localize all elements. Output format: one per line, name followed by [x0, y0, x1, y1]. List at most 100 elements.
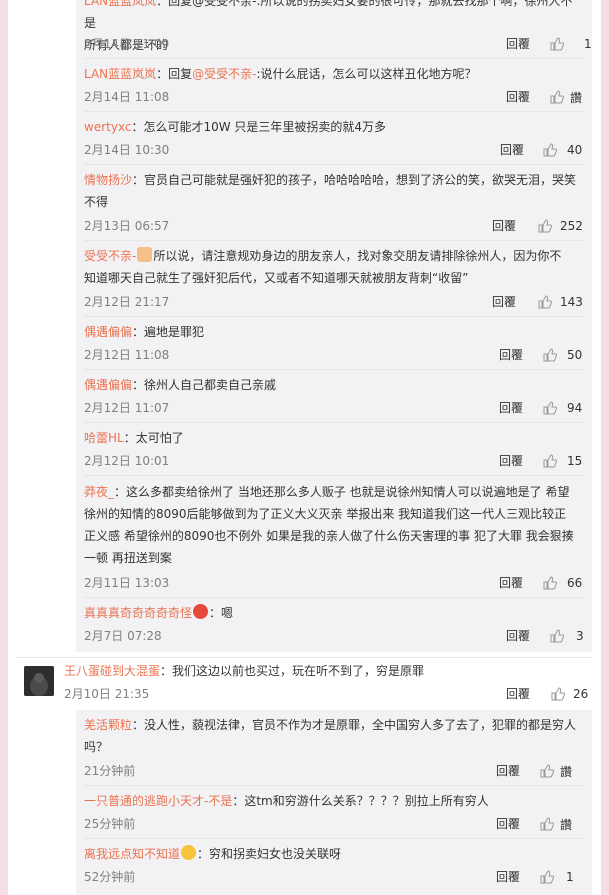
- comment-text: 一只普通的逃跑小天才-不是：这tm和穷游什么关系？？？？别拉上所有穷人: [84, 790, 584, 812]
- reply-button[interactable]: 回覆: [492, 294, 516, 310]
- reply-button[interactable]: 回覆: [499, 453, 523, 469]
- thumb-up-icon: [543, 576, 557, 590]
- cat-emoji-icon: [137, 247, 153, 262]
- comment-time: 2月12日 21:17: [84, 295, 170, 309]
- comment-username[interactable]: 真真真奇奇奇奇奇怪: [84, 606, 192, 620]
- reply-button[interactable]: 回覆: [499, 347, 523, 363]
- comment-text: 真真真奇奇奇奇奇怪 ：嗯: [84, 602, 584, 624]
- thumb-up-icon: [538, 295, 552, 309]
- comment-body: ：这tm和穷游什么关系？？？？别拉上所有穷人: [232, 794, 489, 808]
- comment-body: ：我们这边以前也买过，玩在听不到了，穷是原罪: [160, 664, 425, 678]
- reply-thread: 羌活颗粒：没人性，藐视法律，官员不作为才是原罪，全中国穷人多了去了，犯罪的都是穷…: [76, 710, 592, 895]
- reply-button[interactable]: 回覆: [492, 218, 516, 234]
- comment-username[interactable]: 一只普通的逃跑小天才-不是: [84, 794, 232, 808]
- like-button[interactable]: 26: [551, 686, 588, 702]
- like-button[interactable]: 143: [538, 294, 583, 310]
- comment-username[interactable]: 莽夜_: [84, 485, 114, 499]
- reply-button[interactable]: 回覆: [496, 816, 520, 832]
- divider: [84, 597, 584, 598]
- comment-username[interactable]: LAN蓝蓝岚岚: [84, 67, 156, 81]
- comment-body: ：没人性，藐视法律，官员不作为才是原罪，全中国穷人多了去了，犯罪的都是穷人: [132, 718, 577, 732]
- emoji-icon: [181, 845, 197, 860]
- thumb-up-icon: [538, 219, 552, 233]
- like-count: 讚: [560, 764, 573, 779]
- comment-text: 情物扬沙：官员自己可能就是强奸犯的孩子，哈哈哈哈哈，想到了济公的笑，欲哭无泪，哭…: [84, 169, 584, 213]
- thumb-up-icon: [540, 870, 554, 884]
- comment-body: ：穷和拐卖妇女也没关联呀: [197, 847, 342, 861]
- reply-button[interactable]: 回覆: [496, 869, 520, 885]
- like-button[interactable]: 讚: [540, 763, 572, 779]
- like-count: 40: [567, 143, 583, 157]
- avatar[interactable]: [24, 666, 54, 696]
- comment-username[interactable]: 偶遇偏偏: [84, 378, 132, 392]
- thumb-up-icon: [543, 143, 557, 157]
- comment-body: ：官员自己可能就是强奸犯的孩子，哈哈哈哈哈，想到了济公的笑，欲哭无泪，哭笑: [132, 173, 577, 187]
- comment-time: 2月14日 10:30: [84, 143, 170, 157]
- comment-time: 2月12日 10:01: [84, 454, 170, 468]
- like-count: 讚: [560, 817, 573, 832]
- comment-username[interactable]: 受受不亲-: [84, 249, 136, 263]
- thumb-up-icon: [550, 90, 564, 104]
- like-button[interactable]: 3: [550, 628, 584, 644]
- comment-time: 2月10日 21:35: [64, 687, 150, 701]
- like-button[interactable]: 15: [543, 453, 582, 469]
- reply-button[interactable]: 回覆: [506, 89, 530, 105]
- reply-button[interactable]: 回覆: [506, 628, 530, 644]
- comment-text: 偶遇偏偏：徐州人自己都卖自己亲戚: [84, 374, 584, 396]
- mention-link[interactable]: @受受不亲-: [192, 67, 256, 81]
- like-button[interactable]: 252: [538, 218, 583, 234]
- comment-time: 21分钟前: [84, 764, 136, 778]
- reply-button[interactable]: 回覆: [506, 686, 530, 702]
- comment-username[interactable]: 离我远点知不知道: [84, 847, 180, 861]
- comment-text: 离我远点知不知道 ：穷和拐卖妇女也没关联呀: [84, 843, 584, 865]
- like-count: 143: [560, 295, 583, 309]
- like-button[interactable]: 40: [543, 142, 582, 158]
- comment-username[interactable]: 情物扬沙: [84, 173, 132, 187]
- comment-username[interactable]: 哈蕾HL: [84, 431, 124, 445]
- like-count: 讚: [570, 90, 583, 105]
- emoji-icon: [193, 604, 209, 619]
- divider: [84, 240, 584, 241]
- comment-body: ：嗯: [209, 606, 234, 620]
- thumb-up-icon: [550, 629, 564, 643]
- comment-time: 2月7日 07:28: [84, 629, 162, 643]
- divider: [84, 164, 584, 165]
- like-count: 252: [560, 219, 583, 233]
- like-button[interactable]: 1: [540, 869, 574, 885]
- thumb-up-icon: [543, 348, 557, 362]
- like-button[interactable]: 讚: [540, 816, 572, 832]
- like-button[interactable]: 1: [550, 36, 592, 52]
- divider: [84, 316, 584, 317]
- like-button[interactable]: 66: [543, 575, 582, 591]
- like-button[interactable]: 50: [543, 347, 582, 363]
- avatar-image: [24, 666, 54, 696]
- like-button[interactable]: 94: [543, 400, 582, 416]
- reply-thread: LAN蓝蓝岚岚：回复@受受不亲-:所以说的拐卖妇女要的很可怜，那就去找那个啊，徐…: [76, 0, 592, 652]
- divider: [84, 838, 584, 839]
- comment-username[interactable]: wertyxc: [84, 120, 131, 134]
- reply-button[interactable]: 回覆: [496, 763, 520, 779]
- like-button[interactable]: 讚: [550, 89, 582, 105]
- comment-body: ：这么多都卖给徐州了 当地还那么多人贩子 也就是说徐州知情人可以说遍地是了 希望: [114, 485, 570, 499]
- divider: [84, 111, 584, 112]
- reply-button[interactable]: 回覆: [499, 575, 523, 591]
- comment-time: 2月12日 11:08: [84, 348, 170, 362]
- reply-button[interactable]: 回覆: [500, 142, 524, 158]
- like-count: 1: [584, 37, 592, 51]
- comment-username[interactable]: 王八蛋碰到大混蛋: [64, 664, 160, 678]
- comment-username[interactable]: 羌活颗粒: [84, 718, 132, 732]
- divider: [84, 422, 584, 423]
- thumb-up-icon: [543, 454, 557, 468]
- like-count: 50: [567, 348, 583, 362]
- comment-username[interactable]: 偶遇偏偏: [84, 325, 132, 339]
- reply-button[interactable]: 回覆: [506, 36, 530, 52]
- divider: [84, 369, 584, 370]
- comment-username[interactable]: LAN蓝蓝岚岚: [84, 0, 156, 8]
- like-count: 15: [567, 454, 583, 468]
- comment-body: ：徐州人自己都卖自己亲戚: [132, 378, 277, 392]
- like-count: 1: [566, 870, 574, 884]
- comment-body: ：怎么可能才10W 只是三年里被拐卖的就4万多: [131, 120, 387, 134]
- divider: [84, 58, 584, 59]
- like-count: 66: [567, 576, 583, 590]
- reply-button[interactable]: 回覆: [499, 400, 523, 416]
